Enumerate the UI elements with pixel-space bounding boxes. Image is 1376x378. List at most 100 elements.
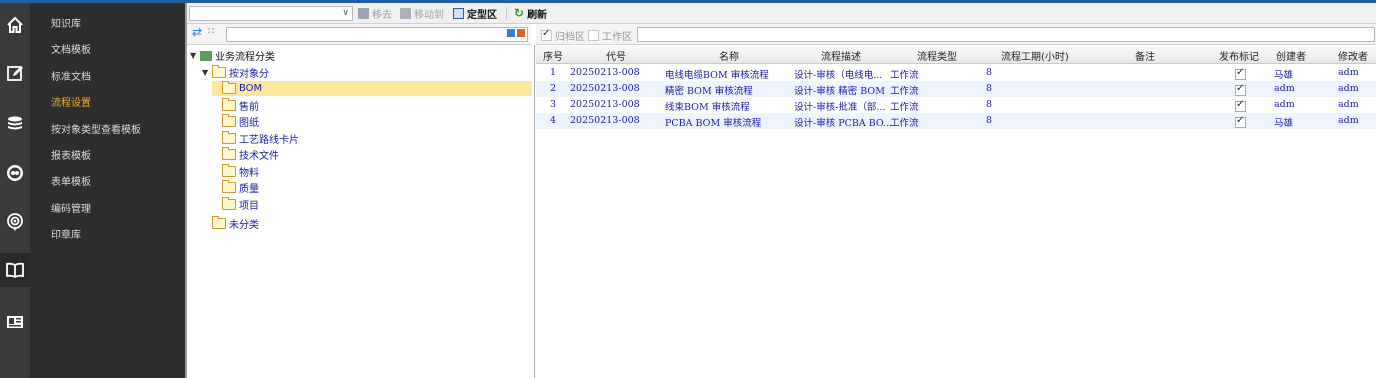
hierarchy-icon[interactable]: ∷	[208, 26, 214, 37]
cell-duration: 8	[986, 99, 993, 110]
icon-rail	[0, 3, 30, 378]
cell-name: 电线电缆BOM 审核流程	[665, 70, 769, 81]
folder-icon	[222, 180, 236, 193]
tree-node-by-object[interactable]: ▼ 按对象分	[202, 65, 269, 80]
published-checkbox	[1235, 99, 1246, 112]
expand-toggle-icon[interactable]: ▼	[190, 51, 200, 60]
col-header-no[interactable]: 序号	[543, 48, 563, 63]
cell-description: 设计-审核-批准（部...	[794, 102, 886, 113]
define-zone-button[interactable]: 定型区	[453, 6, 497, 21]
tree-node-process-route-cards[interactable]: 工艺路线卡片	[212, 131, 299, 146]
cell-duration: 8	[986, 83, 993, 94]
menu-item-form-templates[interactable]: 表单模板	[51, 173, 91, 188]
expand-toggle-icon[interactable]: ▼	[202, 68, 212, 77]
cell-duration: 8	[986, 115, 993, 126]
cell-creator: adm	[1274, 83, 1295, 94]
move-out-label: 移去	[372, 9, 392, 21]
home-icon[interactable]	[0, 8, 30, 42]
cell-modifier: adm	[1338, 67, 1359, 78]
cell-description: 设计-审核 PCBA BO...	[794, 118, 893, 129]
tree-node-quality[interactable]: 质量	[212, 180, 259, 195]
cell-name: PCBA BOM 审核流程	[665, 118, 762, 129]
folder-icon	[222, 147, 236, 160]
table-row[interactable]: 3 20250213-008 线束BOM 审核流程 设计-审核-批准（部... …	[536, 97, 1376, 113]
tree-node-label: BOM	[239, 83, 263, 94]
filter-input[interactable]	[637, 27, 1375, 42]
tree-node-presales[interactable]: 售前	[212, 98, 259, 113]
cell-no: 2	[550, 83, 557, 94]
menu-item-code-management[interactable]: 编码管理	[51, 200, 91, 215]
org-chart-icon	[200, 50, 212, 61]
expand-all-icon[interactable]	[507, 29, 515, 37]
move-to-label: 移动到	[414, 9, 444, 21]
monitor-icon	[453, 7, 464, 19]
published-checkbox	[1235, 67, 1246, 80]
id-card-icon[interactable]	[0, 305, 30, 339]
menu-item-standard-documents[interactable]: 标准文档	[51, 68, 91, 83]
table-row[interactable]: 4 20250213-008 PCBA BOM 审核流程 设计-审核 PCBA …	[536, 113, 1376, 129]
work-checkbox[interactable]	[588, 30, 599, 41]
side-menu: 知识库 文档模板 标准文档 流程设置 按对象类型查看模板 报表模板 表单模板 编…	[30, 3, 185, 378]
col-header-description[interactable]: 流程描述	[821, 48, 861, 63]
tree-root-label: 业务流程分类	[215, 52, 275, 63]
col-header-duration[interactable]: 流程工期(小时)	[1001, 48, 1069, 63]
table-row[interactable]: 2 20250213-008 精密 BOM 审核流程 设计-审核 精密 BOM …	[536, 81, 1376, 97]
workflow-grid: 序号 代号 名称 流程描述 流程类型 流程工期(小时) 备注 发布标记 创建者 …	[536, 46, 1376, 378]
move-icon	[400, 7, 411, 19]
col-header-code[interactable]: 代号	[606, 48, 626, 63]
menu-item-seal-library[interactable]: 印章库	[51, 226, 81, 241]
col-header-name[interactable]: 名称	[719, 48, 739, 63]
menu-item-workflow-settings[interactable]: 流程设置	[51, 94, 91, 109]
col-header-modifier[interactable]: 修改者	[1338, 48, 1368, 63]
define-zone-label: 定型区	[467, 9, 497, 21]
col-header-type[interactable]: 流程类型	[917, 48, 957, 63]
tree-node-label: 物料	[239, 168, 259, 179]
tree-node-bom[interactable]: BOM	[212, 81, 532, 96]
menu-item-knowledge-base[interactable]: 知识库	[51, 15, 81, 30]
refresh-button[interactable]: ↻ 刷新	[514, 6, 547, 21]
archive-filter[interactable]: 归档区	[541, 28, 585, 43]
cell-no: 4	[550, 115, 557, 126]
zone-select[interactable]: ∨	[189, 6, 353, 21]
sync-icon[interactable]: ⇄	[192, 25, 202, 39]
col-header-creator[interactable]: 创建者	[1276, 48, 1306, 63]
edit-icon[interactable]	[0, 56, 30, 90]
folder-icon	[222, 81, 236, 94]
menu-item-document-templates[interactable]: 文档模板	[51, 41, 91, 56]
cell-code: 20250213-008	[570, 115, 640, 126]
tree-node-technical-files[interactable]: 技术文件	[212, 147, 279, 162]
book-icon[interactable]	[0, 253, 30, 287]
col-header-note[interactable]: 备注	[1135, 48, 1155, 63]
archive-checkbox[interactable]	[541, 28, 552, 41]
folder-icon	[212, 65, 226, 78]
tree-node-drawings[interactable]: 图纸	[212, 114, 259, 129]
chat-icon[interactable]	[0, 156, 30, 190]
grid-header: 序号 代号 名称 流程描述 流程类型 流程工期(小时) 备注 发布标记 创建者 …	[536, 46, 1376, 64]
cell-name: 精密 BOM 审核流程	[665, 86, 753, 97]
tree-node-unclassified[interactable]: 未分类	[202, 216, 259, 231]
tree-node-label: 图纸	[239, 118, 259, 129]
database-icon[interactable]	[0, 107, 30, 141]
cell-modifier: adm	[1338, 115, 1359, 126]
tree-node-projects[interactable]: 项目	[212, 197, 259, 212]
work-filter[interactable]: 工作区	[588, 28, 632, 43]
move-to-button[interactable]: 移动到	[400, 6, 444, 21]
col-header-published[interactable]: 发布标记	[1219, 48, 1259, 63]
folder-icon	[222, 114, 236, 127]
table-row[interactable]: 1 20250213-008 电线电缆BOM 审核流程 设计-审核（电线电...…	[536, 65, 1376, 81]
folder-icon	[222, 131, 236, 144]
broadcast-icon[interactable]	[0, 205, 30, 239]
published-checkbox	[1235, 83, 1246, 96]
cell-code: 20250213-008	[570, 67, 640, 78]
tree-search-input[interactable]	[226, 27, 528, 42]
collapse-all-icon[interactable]	[517, 29, 525, 37]
menu-item-templates-by-object-type[interactable]: 按对象类型查看模板	[51, 121, 141, 136]
tree-node-label: 项目	[239, 201, 259, 212]
tree-root[interactable]: ▼ 业务流程分类	[190, 48, 275, 63]
folder-icon	[222, 98, 236, 111]
move-out-button[interactable]: 移去	[358, 6, 392, 21]
cell-type: 工作流	[890, 86, 919, 97]
menu-item-report-templates[interactable]: 报表模板	[51, 147, 91, 162]
work-label: 工作区	[602, 32, 632, 43]
tree-node-materials[interactable]: 物料	[212, 164, 259, 179]
